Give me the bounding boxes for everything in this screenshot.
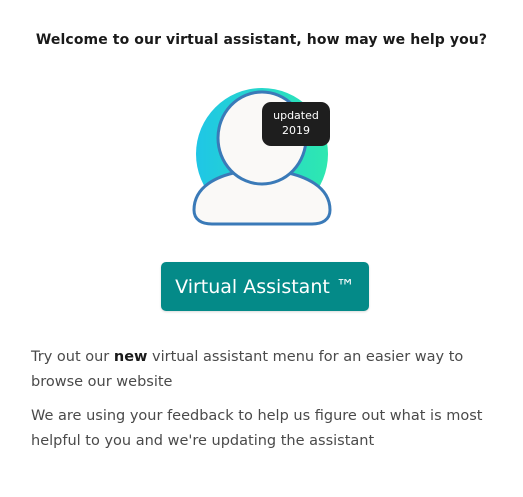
- badge-line-2: 2019: [282, 124, 310, 137]
- intro-text-before: Try out our: [31, 349, 114, 365]
- intro-text-emphasis: new: [113, 349, 148, 365]
- updated-badge: updated 2019: [262, 102, 330, 146]
- intro-paragraph: Try out our new virtual assistant menu f…: [31, 345, 501, 395]
- virtual-assistant-button[interactable]: Virtual Assistant ™: [161, 262, 369, 311]
- feedback-paragraph: We are using your feedback to help us fi…: [31, 408, 483, 449]
- badge-line-1: updated: [273, 109, 319, 122]
- page-heading: Welcome to our virtual assistant, how ma…: [35, 32, 488, 48]
